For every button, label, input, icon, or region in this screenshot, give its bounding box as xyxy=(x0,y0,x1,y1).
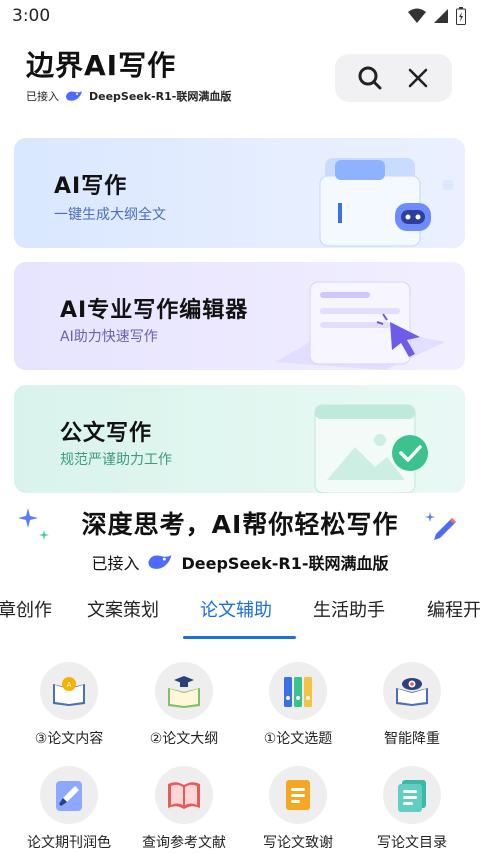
book-lamp-icon: A xyxy=(53,677,85,706)
tab-copywriting[interactable]: 文案策划 xyxy=(87,596,159,622)
ai-writing-card[interactable]: AI写作 一键生成大纲全文 xyxy=(14,138,465,248)
status-icons xyxy=(408,7,466,25)
tool-acknowledgement[interactable]: 写论文致谢 xyxy=(238,766,358,852)
tool-label: 写论文致谢 xyxy=(263,835,333,851)
connected-label: 已接入 xyxy=(26,90,59,103)
list-document-icon xyxy=(398,780,426,812)
active-tab-indicator xyxy=(183,636,296,639)
model-status: 已接入 DeepSeek-R1-联网满血版 xyxy=(26,88,231,104)
model-name: DeepSeek-R1-联网满血版 xyxy=(89,90,232,103)
paint-brush-icon xyxy=(56,781,82,811)
tab-article[interactable]: 章创作 xyxy=(0,596,52,622)
wifi-icon xyxy=(408,8,426,23)
image-check-illustration xyxy=(314,404,428,493)
eye-book-icon xyxy=(396,678,428,706)
cellular-signal-icon xyxy=(434,9,448,23)
battery-icon xyxy=(456,7,466,25)
tab-programming[interactable]: 编程开 xyxy=(427,596,480,622)
official-doc-card[interactable]: 公文写作 规范严谨助力工作 xyxy=(14,385,465,493)
tool-label: ①论文选题 xyxy=(263,731,333,747)
banner-title: 深度思考，AI帮你轻松写作 xyxy=(81,510,399,539)
tool-label: ③论文内容 xyxy=(34,731,104,747)
deepseek-whale-icon xyxy=(66,91,82,101)
status-bar: 3:00 xyxy=(0,0,480,32)
close-icon[interactable] xyxy=(406,66,430,90)
tool-label: ②论文大纲 xyxy=(149,731,219,747)
folder-robot-illustration xyxy=(290,158,453,247)
binders-icon xyxy=(284,677,312,707)
tool-thesis-outline[interactable]: ②论文大纲 xyxy=(124,662,244,748)
category-tabs: 章创作 文案策划 论文辅助 生活助手 编程开 xyxy=(0,588,480,640)
tool-journal-polish[interactable]: 论文期刊润色 xyxy=(9,766,129,852)
tool-plagiarism-reduce[interactable]: 智能降重 xyxy=(352,662,472,748)
tool-label: 写论文目录 xyxy=(377,835,447,851)
pencil-icon xyxy=(425,512,456,540)
top-actions xyxy=(335,54,452,102)
search-icon[interactable] xyxy=(357,65,383,91)
app-title: 边界AI写作 xyxy=(26,49,177,82)
ai-editor-card[interactable]: AI专业写作编辑器 AI助力快速写作 xyxy=(14,262,465,370)
card-title: 公文写作 xyxy=(60,421,153,446)
banner-model-status: 已接入 DeepSeek-R1-联网满血版 xyxy=(0,550,480,574)
editor-pointer-illustration xyxy=(275,281,445,370)
tool-label: 查询参考文献 xyxy=(142,835,226,851)
document-icon xyxy=(286,780,310,810)
tool-label: 智能降重 xyxy=(384,731,440,747)
svg-text:A: A xyxy=(67,681,72,689)
tool-table-of-contents[interactable]: 写论文目录 xyxy=(352,766,472,852)
tab-life[interactable]: 生活助手 xyxy=(313,596,385,622)
tool-references[interactable]: 查询参考文献 xyxy=(124,766,244,852)
card-desc: AI助力快速写作 xyxy=(60,329,158,345)
open-book-icon xyxy=(168,782,200,809)
card-desc: 一键生成大纲全文 xyxy=(54,207,166,223)
card-title: AI专业写作编辑器 xyxy=(60,298,249,323)
deepseek-whale-icon xyxy=(148,554,173,569)
status-time: 3:00 xyxy=(12,6,51,26)
tab-thesis[interactable]: 论文辅助 xyxy=(200,596,272,622)
card-title: AI写作 xyxy=(54,174,128,199)
graduation-book-icon xyxy=(168,676,200,708)
model-name: DeepSeek-R1-联网满血版 xyxy=(181,554,389,573)
connected-label: 已接入 xyxy=(91,554,140,573)
tool-thesis-topic[interactable]: ①论文选题 xyxy=(238,662,358,748)
tool-thesis-content[interactable]: A ③论文内容 xyxy=(9,662,129,748)
card-desc: 规范严谨助力工作 xyxy=(60,452,172,468)
tool-label: 论文期刊润色 xyxy=(27,835,111,851)
